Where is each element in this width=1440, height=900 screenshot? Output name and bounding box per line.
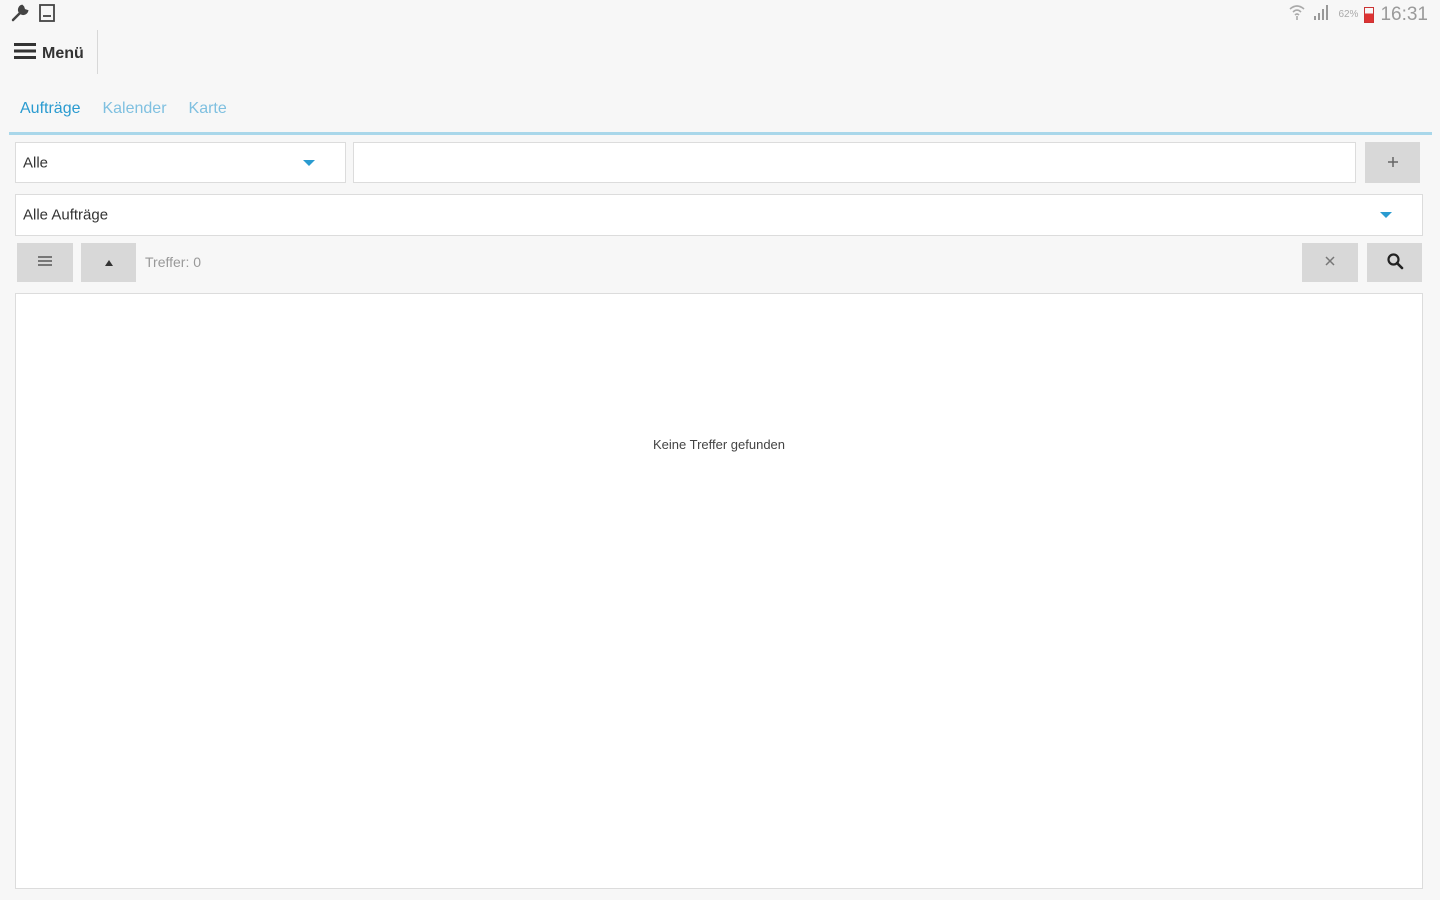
plus-icon — [1387, 152, 1399, 173]
search-input[interactable] — [353, 142, 1356, 183]
chevron-down-icon — [303, 159, 315, 166]
status-bar: 62% 16:31 — [0, 0, 1440, 30]
orders-select[interactable]: Alle Aufträge — [15, 194, 1423, 236]
list-icon — [37, 254, 53, 271]
signal-icon — [1312, 3, 1332, 26]
clear-button[interactable] — [1302, 243, 1358, 282]
status-bar-right: 62% 16:31 — [1288, 3, 1428, 26]
empty-results-message: Keine Treffer gefunden — [652, 437, 786, 452]
clock: 16:31 — [1380, 3, 1428, 25]
tab-indicator-line — [9, 132, 1432, 135]
menu-divider — [97, 30, 98, 74]
hamburger-icon — [14, 42, 36, 65]
battery-icon — [1364, 6, 1375, 23]
tab-kalender[interactable]: Kalender — [102, 100, 166, 118]
hits-count: Treffer: 0 — [145, 254, 202, 270]
clipboard-icon — [38, 3, 56, 28]
chevron-down-icon — [1380, 212, 1392, 218]
orders-select-value: Alle Aufträge — [23, 206, 109, 224]
tab-bar: Aufträge Kalender Karte — [20, 100, 227, 118]
menu-button[interactable]: Menü — [14, 42, 84, 65]
status-bar-left — [10, 3, 56, 28]
tab-karte[interactable]: Karte — [189, 100, 227, 118]
wrench-icon — [10, 3, 30, 28]
scope-select[interactable]: Alle — [15, 142, 346, 183]
scope-select-value: Alle — [23, 154, 49, 171]
tab-auftraege[interactable]: Aufträge — [20, 100, 80, 118]
battery-percent: 62% — [1338, 9, 1359, 20]
wifi-icon — [1288, 3, 1306, 26]
sort-up-icon — [104, 255, 114, 270]
search-button[interactable] — [1367, 243, 1422, 282]
sort-button[interactable] — [81, 243, 136, 282]
add-button[interactable] — [1365, 142, 1420, 183]
search-icon — [1386, 252, 1404, 273]
menu-label: Menü — [42, 44, 84, 62]
list-view-button[interactable] — [17, 243, 73, 282]
close-icon — [1324, 255, 1336, 270]
results-panel: Keine Treffer gefunden — [15, 293, 1423, 889]
